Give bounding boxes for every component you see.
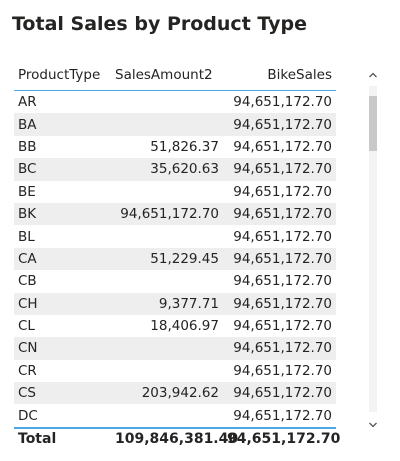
cell-bikesales: 94,651,172.70 (223, 292, 336, 315)
cell-salesamount2 (111, 337, 223, 360)
cell-bikesales: 94,651,172.70 (233, 138, 332, 155)
cell-bikesales: 94,651,172.70 (223, 158, 336, 181)
table-row[interactable]: CL 18,406.97 94,651,172.70 (14, 315, 336, 337)
scroll-up-button[interactable] (366, 68, 380, 82)
cell-salesamount2: 51,826.37 (150, 138, 219, 155)
cell-bikesales: 94,651,172.70 (233, 318, 332, 335)
cell-producttype: BK (14, 202, 111, 226)
total-salesamount2: 109,846,381.40 (111, 426, 238, 449)
cell-salesamount2: 203,942.62 (111, 382, 223, 405)
total-row: Total 109,846,381.40 94,651,172.70 (14, 426, 340, 449)
cell-bikesales: 94,651,172.70 (223, 247, 336, 271)
cell-bikesales: 94,651,172.70 (233, 407, 332, 424)
cell-salesamount2 (111, 225, 223, 247)
cell-producttype: DC (18, 407, 38, 424)
vertical-scrollbar[interactable] (366, 66, 380, 436)
table-row[interactable]: BB 51,826.37 94,651,172.70 (14, 136, 336, 158)
cell-salesamount2: 51,229.45 (111, 247, 223, 271)
cell-producttype: BB (18, 138, 37, 155)
cell-salesamount2 (111, 404, 223, 427)
cell-producttype: CH (14, 292, 111, 315)
cell-producttype: CS (14, 382, 111, 405)
cell-producttype: BL (18, 228, 35, 245)
table-row[interactable]: BE 94,651,172.70 (14, 181, 336, 203)
cell-producttype: CR (18, 362, 37, 379)
cell-salesamount2: 9,377.71 (111, 292, 223, 315)
cell-producttype: BA (14, 113, 111, 136)
cell-salesamount2: 94,651,172.70 (111, 202, 223, 226)
cell-salesamount2 (111, 181, 223, 203)
cell-producttype: BE (18, 183, 36, 200)
column-header-salesamount2[interactable]: SalesAmount2 (111, 60, 223, 91)
cell-bikesales: 94,651,172.70 (233, 362, 332, 379)
cell-salesamount2: 18,406.97 (150, 318, 219, 335)
table-row[interactable]: CS 203,942.62 94,651,172.70 (14, 382, 336, 405)
cell-salesamount2 (111, 270, 223, 292)
cell-bikesales: 94,651,172.70 (233, 228, 332, 245)
table-row[interactable]: CB 94,651,172.70 (14, 270, 336, 292)
cell-producttype: CL (18, 318, 35, 335)
cell-bikesales: 94,651,172.70 (233, 183, 332, 200)
scroll-track[interactable] (369, 86, 377, 412)
cell-salesamount2: 35,620.63 (111, 158, 223, 181)
visual-title: Total Sales by Product Type (12, 13, 307, 35)
cell-bikesales: 94,651,172.70 (223, 337, 336, 360)
column-header-producttype[interactable]: ProductType (14, 60, 111, 91)
cell-bikesales: 94,651,172.70 (223, 382, 336, 405)
table-row[interactable]: CA 51,229.45 94,651,172.70 (14, 247, 336, 271)
cell-producttype: CN (14, 337, 111, 360)
cell-salesamount2 (111, 113, 223, 136)
total-label: Total (14, 426, 111, 449)
cell-bikesales: 94,651,172.70 (223, 202, 336, 226)
scroll-down-button[interactable] (366, 418, 380, 432)
cell-producttype: CB (18, 273, 37, 290)
table-row[interactable]: BA 94,651,172.70 (14, 113, 336, 136)
cell-salesamount2 (111, 91, 223, 114)
cell-salesamount2 (111, 360, 223, 382)
cell-bikesales: 94,651,172.70 (233, 94, 332, 111)
table-row[interactable]: CN 94,651,172.70 (14, 337, 336, 360)
column-header-bikesales[interactable]: BikeSales (223, 60, 336, 91)
table-visual: ProductType SalesAmount2 BikeSales AR 94,… (14, 60, 340, 452)
table-row[interactable]: CR 94,651,172.70 (14, 360, 336, 382)
table-row[interactable]: AR 94,651,172.70 (14, 91, 336, 114)
table-row[interactable]: BL 94,651,172.70 (14, 225, 336, 247)
table-body: AR 94,651,172.70 BA 94,651,172.70 BB 51,826.3… (14, 91, 336, 428)
cell-producttype: CA (14, 247, 111, 271)
table-row[interactable]: BC 35,620.63 94,651,172.70 (14, 158, 336, 181)
chevron-up-icon (369, 72, 377, 78)
cell-producttype: BC (14, 158, 111, 181)
cell-bikesales: 94,651,172.70 (223, 113, 336, 136)
scroll-thumb[interactable] (369, 96, 377, 151)
data-table: ProductType SalesAmount2 BikeSales AR 94,… (14, 60, 340, 449)
cell-bikesales: 94,651,172.70 (233, 273, 332, 290)
total-bikesales: 94,651,172.70 (223, 426, 340, 449)
cell-producttype: AR (18, 94, 37, 111)
header-row: ProductType SalesAmount2 BikeSales (14, 60, 336, 91)
table-row[interactable]: DC 94,651,172.70 (14, 404, 336, 427)
table-row[interactable]: BK 94,651,172.70 94,651,172.70 (14, 202, 336, 226)
table-row[interactable]: CH 9,377.71 94,651,172.70 (14, 292, 336, 315)
chevron-down-icon (369, 422, 377, 428)
